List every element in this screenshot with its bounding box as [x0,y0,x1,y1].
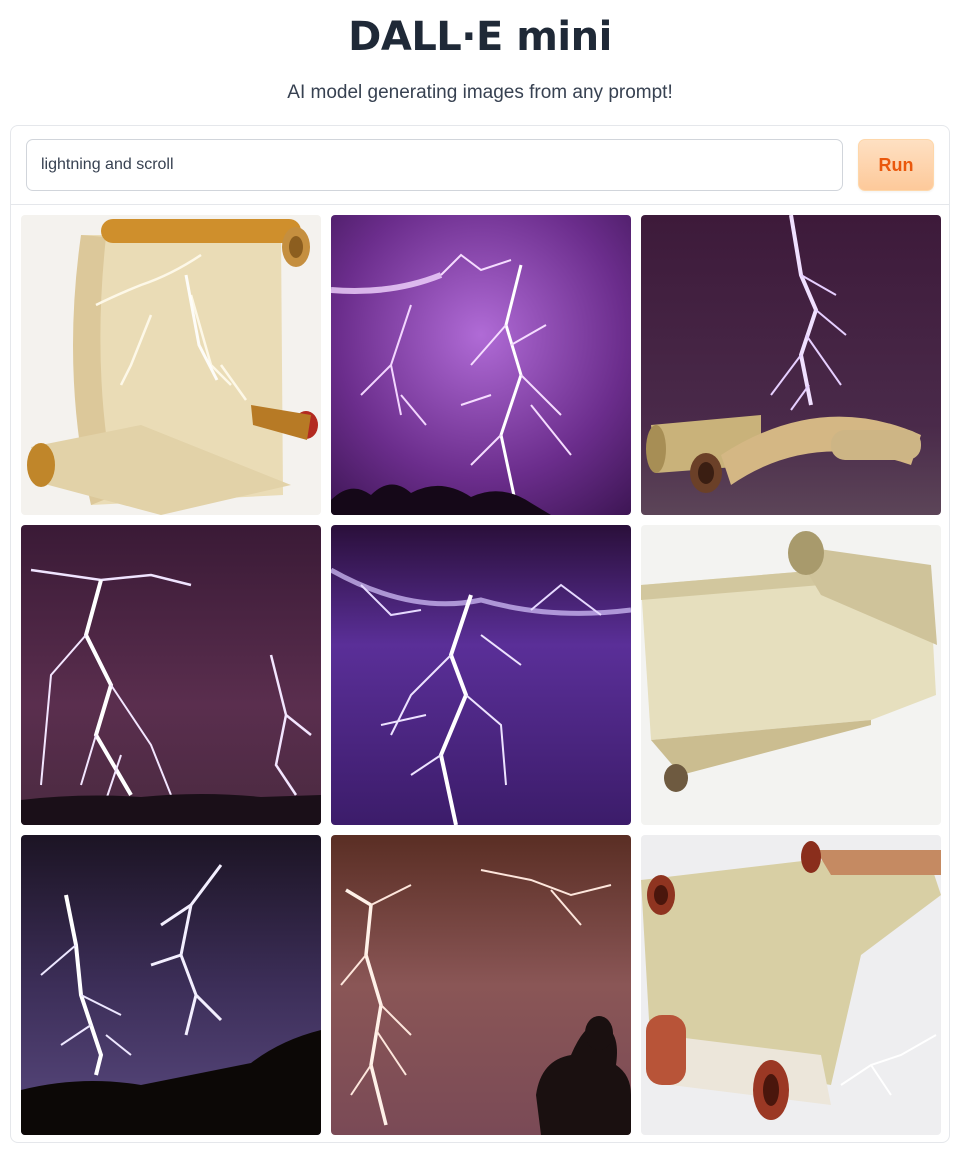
prompt-bar: Run [11,126,949,205]
lightning-storm-image [21,525,321,825]
purple-lightning-image [331,215,631,515]
red-roller-scroll-image [641,835,941,1135]
gallery-image-2[interactable] [331,215,631,515]
gallery-image-7[interactable] [21,835,321,1135]
page-title: DALL·E mini [348,14,612,60]
run-button[interactable]: Run [858,139,934,191]
parchment-scroll-image [641,525,941,825]
gallery-image-8[interactable] [331,835,631,1135]
gallery-image-1[interactable] [21,215,321,515]
night-lightning-image [21,835,321,1135]
page-subtitle: AI model generating images from any prom… [287,82,673,103]
silhouette-lightning-image [331,835,631,1135]
gallery-image-4[interactable] [21,525,321,825]
gallery-image-9[interactable] [641,835,941,1135]
prompt-input[interactable] [26,139,843,191]
generator-panel: Run [10,125,950,1143]
gallery-image-5[interactable] [331,525,631,825]
gallery-image-3[interactable] [641,215,941,515]
gallery-image-6[interactable] [641,525,941,825]
violet-lightning-image [331,525,631,825]
lightning-scrolls-image [641,215,941,515]
scroll-lightning-image [21,215,321,515]
image-gallery [21,215,941,1135]
